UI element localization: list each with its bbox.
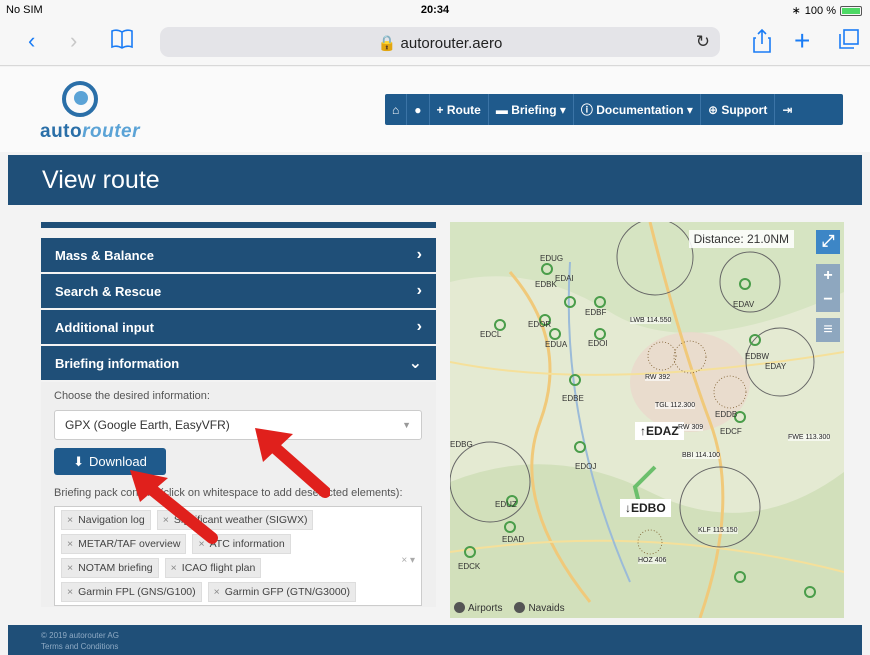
accordion-briefing-information[interactable]: Briefing information ⌄ <box>41 346 436 380</box>
download-icon: ⬇ <box>73 453 85 469</box>
accordion-additional-input[interactable]: Additional input › <box>41 310 436 344</box>
dropdown-caret-icon: ▼ <box>402 420 411 430</box>
nav-route[interactable]: + Route <box>430 94 489 125</box>
map-place-label: EDOR <box>528 320 552 329</box>
map-place-label: EDDB <box>715 410 738 419</box>
map-place-label: EDAD <box>502 535 525 544</box>
zoom-out-button[interactable]: − <box>816 288 840 312</box>
map-navaid-label: BBI 114.100 <box>682 452 721 459</box>
map-place-label: EDOJ <box>575 462 597 471</box>
accordion-top-bar <box>41 222 436 228</box>
tabs-icon[interactable] <box>838 28 860 56</box>
status-bar: No SIM 20:34 ∗ 100 % <box>0 0 870 20</box>
battery-icon <box>840 5 862 16</box>
map-navaid-label: FWE 113.300 <box>788 434 831 441</box>
map-place-label: EDAY <box>765 362 787 371</box>
nav-briefing[interactable]: ▬ Briefing ▾ <box>489 94 574 125</box>
chevron-down-icon: ⌄ <box>408 355 422 372</box>
map-place-label: EDBK <box>535 280 557 289</box>
main-nav: ⌂ ● + Route ▬ Briefing ▾ ⓘ Documentation… <box>385 94 843 125</box>
reload-icon[interactable]: ↻ <box>696 32 710 52</box>
home-icon[interactable]: ⌂ <box>385 94 408 125</box>
waypoint-label-edaz: ↑EDAZ <box>635 422 684 440</box>
fullscreen-icon[interactable]: ⤢ <box>816 230 840 254</box>
battery-indicator: ∗ 100 % <box>792 4 862 17</box>
tag-icao-flight-plan[interactable]: × ICAO flight plan <box>164 558 262 578</box>
briefing-panel: Choose the desired information: GPX (Goo… <box>41 382 436 607</box>
forward-icon[interactable]: › <box>70 28 77 54</box>
route-accordion: Mass & Balance › Search & Rescue › Additio… <box>41 222 436 607</box>
site-footer: © 2019 autorouter AG Terms and Condition… <box>8 625 862 655</box>
new-tab-icon[interactable]: + <box>794 27 810 55</box>
browser-toolbar: ‹ › 🔒 autorouter.aero ↻ + <box>0 20 870 66</box>
chevron-right-icon: › <box>416 318 422 335</box>
battery-percent: 100 % <box>804 4 836 17</box>
map-navaid-label: HOZ 406 <box>638 557 667 564</box>
user-icon[interactable]: ● <box>407 94 430 125</box>
address-bar[interactable]: 🔒 autorouter.aero ↻ <box>160 27 720 57</box>
map-place-label: EDOI <box>588 339 608 348</box>
map-navaid-label: RW 392 <box>645 374 671 381</box>
map-navaid-label: KLF 115.150 <box>698 527 738 534</box>
red-arrow-download <box>130 470 218 544</box>
briefing-content-multiselect[interactable]: × Navigation log × Significant weather (SI… <box>54 506 422 606</box>
title-band: View route <box>8 155 862 205</box>
map-layer-toggles: Airports Navaids <box>454 602 565 614</box>
map-place-label: EDBG <box>450 440 473 449</box>
layers-menu-icon[interactable]: ≡ <box>816 318 840 342</box>
bookmarks-icon[interactable] <box>110 28 134 57</box>
briefing-help-text: Briefing pack content (click on whitespa… <box>54 487 403 499</box>
nav-support[interactable]: ⊕ Support <box>701 94 776 125</box>
map-place-label: EDBW <box>745 352 769 361</box>
url-text: 🔒 autorouter.aero <box>377 35 503 52</box>
tag-garmin-fpl[interactable]: × Garmin FPL (GNS/G100) <box>61 582 202 602</box>
accordion-search-rescue[interactable]: Search & Rescue › <box>41 274 436 308</box>
distance-readout: Distance: 21.0NM <box>688 230 794 248</box>
chevron-right-icon: › <box>416 246 422 263</box>
share-icon[interactable] <box>752 28 772 60</box>
autorouter-logo[interactable]: autorouter <box>40 81 160 151</box>
map-place-label: EDCF <box>720 427 742 436</box>
nav-documentation[interactable]: ⓘ Documentation ▾ <box>574 94 701 125</box>
terms-link[interactable]: Terms and Conditions <box>41 641 829 652</box>
map-place-label: EDBF <box>585 308 607 317</box>
map-navaid-label: LWB 114.550 <box>630 317 672 324</box>
waypoint-label-edbo: ↓EDBO <box>620 499 671 517</box>
layer-airports-toggle[interactable]: Airports <box>454 602 502 614</box>
map-place-label: EDAV <box>733 300 755 309</box>
map-navaid-label: TGL 112.300 <box>655 402 696 409</box>
logo-mark-icon <box>62 81 98 117</box>
route-map[interactable]: Distance: 21.0NM ⤢ + − ≡ ↑EDAZ ↓EDBO Air… <box>450 222 844 618</box>
map-place-label: EDUA <box>545 340 568 349</box>
logo-wordmark: autorouter <box>40 121 141 142</box>
back-icon[interactable]: ‹ <box>28 28 35 54</box>
tag-garmin-gfp[interactable]: × Garmin GFP (GTN/G3000) <box>207 582 357 602</box>
map-place-label: EDCK <box>458 562 481 571</box>
map-place-label: EDUG <box>540 254 564 263</box>
map-place-label: EDBE <box>562 394 584 403</box>
site-header: autorouter ⌂ ● + Route ▬ Briefing ▾ ⓘ Do… <box>0 67 870 152</box>
briefing-format-select[interactable]: GPX (Google Earth, EasyVFR) ▼ <box>54 410 422 440</box>
clear-tags-icon[interactable]: × ▾ <box>401 555 415 566</box>
map-place-label: EDAI <box>555 274 574 283</box>
zoom-in-button[interactable]: + <box>816 264 840 288</box>
copyright-text: © 2019 autorouter AG <box>41 631 119 640</box>
map-navaid-label: RW 309 <box>678 424 704 431</box>
logout-icon[interactable]: ⇥ <box>775 94 799 125</box>
page-title: View route <box>42 166 160 194</box>
map-place-label: EDCL <box>480 330 502 339</box>
clock: 20:34 <box>420 4 450 16</box>
bluetooth-icon: ∗ <box>791 5 801 17</box>
map-place-label: EDUZ <box>495 500 517 509</box>
accordion-mass-balance[interactable]: Mass & Balance › <box>41 238 436 272</box>
layer-navaids-toggle[interactable]: Navaids <box>514 602 565 614</box>
chevron-right-icon: › <box>416 282 422 299</box>
tag-notam-briefing[interactable]: × NOTAM briefing <box>61 558 159 578</box>
choose-label: Choose the desired information: <box>54 390 210 402</box>
red-arrow-select <box>255 428 330 498</box>
